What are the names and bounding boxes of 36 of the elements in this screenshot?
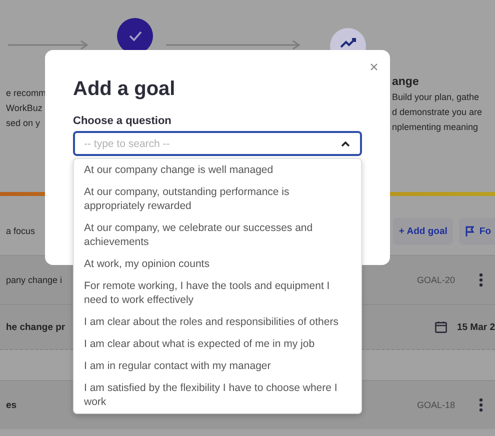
option-item[interactable]: At our company, we celebrate our successes and achievements xyxy=(74,217,361,253)
check-icon xyxy=(129,31,142,42)
option-item[interactable]: For remote working, I have the tools and equipment I need to work effectively xyxy=(74,275,361,311)
due-date: 15 Mar 2 xyxy=(456,322,495,332)
goal-description: pany change i xyxy=(6,274,62,287)
caret-icon xyxy=(341,141,350,147)
option-item[interactable]: At our company change is well managed xyxy=(74,159,361,181)
trend-icon xyxy=(340,38,356,48)
question-select[interactable]: -- type to search -- xyxy=(73,131,362,156)
goal-code: GOAL-18 xyxy=(416,400,455,410)
step-description: WorkBuz xyxy=(6,102,44,115)
flag-icon xyxy=(465,226,476,237)
option-item[interactable]: I am clear about what is expected of me in my job xyxy=(74,333,361,355)
option-item[interactable]: At our company, outstanding performance is appropriately rewarded xyxy=(74,181,361,217)
step-description: e recomm xyxy=(6,87,46,100)
add-goal-button[interactable]: + Add goal xyxy=(392,218,454,245)
step-title: ange xyxy=(392,75,420,90)
close-icon[interactable] xyxy=(370,63,378,71)
more-icon[interactable] xyxy=(479,398,483,412)
step-description: sed on y xyxy=(6,117,42,130)
focus-label: a focus xyxy=(6,225,36,238)
calendar-icon xyxy=(434,321,447,333)
more-icon[interactable] xyxy=(479,273,483,287)
step-description: Build your plan, gathe xyxy=(392,91,480,104)
focus-button[interactable]: Fo xyxy=(459,218,495,245)
option-item[interactable]: At work, my opinion counts xyxy=(74,253,361,275)
option-item[interactable]: I am satisfied by the flexibility I have to choose where I work xyxy=(74,377,361,413)
goal-title: he change pr xyxy=(6,322,66,332)
goal-code: GOAL-20 xyxy=(416,275,455,285)
step-description: d demonstrate you are xyxy=(392,106,484,119)
option-item[interactable]: I am clear about the roles and responsibilities of others xyxy=(74,311,361,333)
field-label: Choose a question xyxy=(73,115,172,127)
goal-title: es xyxy=(6,400,17,410)
dialog-title: Add a goal xyxy=(73,78,176,101)
option-item[interactable]: I am in regular contact with my manager xyxy=(74,355,361,377)
step-description: nplementing meaning xyxy=(392,121,480,134)
